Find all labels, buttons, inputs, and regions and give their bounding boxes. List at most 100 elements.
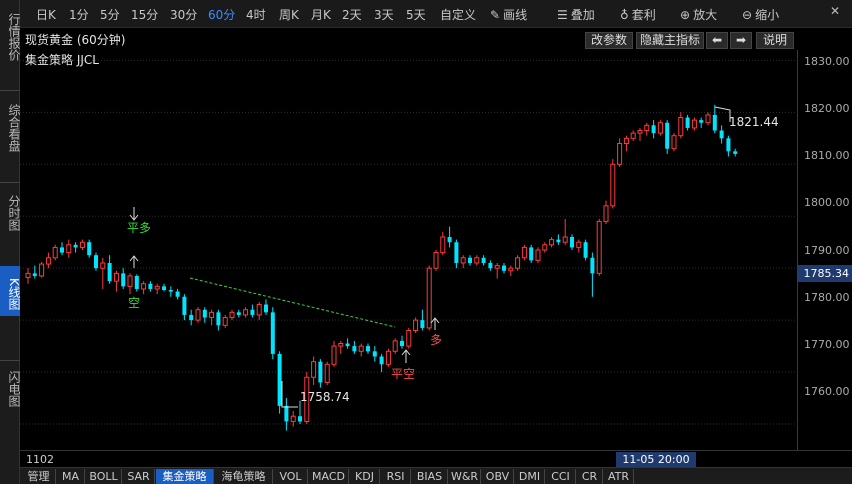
- candle-body: [222, 317, 228, 326]
- side-tab-timeshare[interactable]: 分时图: [0, 190, 21, 236]
- candle-body: [474, 257, 480, 264]
- candle: [502, 262, 506, 274]
- candle-body: [705, 114, 711, 124]
- candle-body: [298, 416, 302, 422]
- candle-body: [32, 273, 37, 276]
- price-tick-label: 1780.00: [804, 291, 850, 304]
- tab-rsi[interactable]: RSI: [381, 469, 411, 484]
- candle-body: [406, 330, 412, 347]
- tab-dmi[interactable]: DMI: [515, 469, 545, 484]
- period-4h[interactable]: 4时: [246, 6, 266, 23]
- candle-body: [562, 236, 568, 243]
- time-axis-bar: 1102 11-05 20:00: [20, 450, 852, 467]
- tab-cr[interactable]: CR: [577, 469, 603, 484]
- prev-arrow-icon[interactable]: ⬅: [706, 32, 728, 49]
- candle: [576, 239, 582, 253]
- candle: [229, 309, 235, 321]
- hide-main-indicator-button[interactable]: 隐藏主指标: [636, 32, 704, 49]
- candle-body: [699, 120, 704, 123]
- period-5m[interactable]: 5分: [100, 6, 120, 23]
- side-tab-kline[interactable]: K线图: [0, 266, 21, 316]
- tab-boll[interactable]: BOLL: [86, 469, 122, 484]
- help-button[interactable]: 说明: [756, 32, 794, 49]
- candle-body: [358, 345, 364, 352]
- candle-body: [216, 312, 221, 326]
- tab-bias[interactable]: BIAS: [412, 469, 448, 484]
- chart-overlay: 平多 空 多 平空 1758.74 1821.44: [127, 106, 779, 408]
- tab-turtle[interactable]: 海龟策略: [215, 469, 273, 484]
- draw-line-button[interactable]: ✎ 画线: [490, 6, 527, 23]
- candle-body: [671, 135, 677, 150]
- period-2d[interactable]: 2天: [342, 6, 362, 23]
- tab-kdj[interactable]: KDJ: [350, 469, 380, 484]
- period-30m[interactable]: 30分: [170, 6, 197, 23]
- zoom-in-button[interactable]: ⊕ 放大: [680, 6, 717, 23]
- candle-body: [468, 257, 472, 263]
- side-tab-flash[interactable]: 闪电图: [0, 366, 21, 412]
- candle-body: [637, 130, 643, 134]
- tab-jjcl[interactable]: 集金策略: [156, 469, 214, 484]
- candle: [420, 309, 425, 331]
- period-3d[interactable]: 3天: [374, 6, 394, 23]
- signal-arrows: [129, 207, 440, 363]
- tab-sar[interactable]: SAR: [123, 469, 155, 484]
- candle: [189, 309, 194, 326]
- period-day[interactable]: 日K: [36, 6, 56, 23]
- candle-body: [630, 132, 636, 139]
- candle: [311, 356, 317, 386]
- candle: [630, 130, 636, 141]
- candle: [671, 133, 677, 152]
- candle: [52, 244, 58, 261]
- signal-label-ping-duo: 平多: [127, 221, 151, 235]
- candlestick-chart[interactable]: 平多 空 多 平空 1758.74 1821.44: [20, 50, 797, 450]
- candle-body: [345, 343, 350, 347]
- candle: [141, 281, 147, 295]
- zoom-out-button[interactable]: ⊖ 缩小: [742, 6, 779, 23]
- candle: [617, 138, 623, 167]
- tab-obv[interactable]: OBV: [482, 469, 514, 484]
- period-week[interactable]: 周K: [279, 6, 299, 23]
- price-tick-label: 1810.00: [804, 149, 850, 162]
- candle-body: [508, 267, 514, 272]
- side-tab-quotes[interactable]: 行情报价: [0, 6, 21, 68]
- candle: [460, 255, 466, 269]
- period-15m[interactable]: 15分: [131, 6, 158, 23]
- edit-params-button[interactable]: 改参数: [585, 32, 633, 49]
- candle: [665, 120, 670, 154]
- candle-body: [657, 122, 663, 134]
- low-price-label: 1758.74: [300, 390, 350, 404]
- period-custom[interactable]: 自定义: [440, 6, 476, 23]
- candle-body: [651, 125, 656, 134]
- period-1m[interactable]: 1分: [69, 6, 89, 23]
- period-month[interactable]: 月K: [311, 6, 331, 23]
- candle-body: [290, 415, 296, 422]
- tab-ma[interactable]: MA: [57, 469, 85, 484]
- candle-body: [644, 124, 650, 132]
- candle: [345, 338, 350, 349]
- tab-manage[interactable]: 管理: [22, 469, 56, 484]
- close-icon[interactable]: ✕: [830, 4, 846, 22]
- period-60m[interactable]: 60分: [208, 6, 235, 23]
- tab-vol[interactable]: VOL: [274, 469, 308, 484]
- tab-macd[interactable]: MACD: [309, 469, 349, 484]
- candle: [657, 120, 663, 136]
- toolbar: 日K 1分 5分 15分 30分 60分 4时 周K 月K 2天 3天 5天 自…: [20, 0, 852, 28]
- candle-body: [175, 291, 180, 297]
- candle-body: [134, 275, 139, 289]
- tab-cci[interactable]: CCI: [546, 469, 576, 484]
- side-tab-overview[interactable]: 综合看盘: [0, 98, 21, 158]
- period-5d[interactable]: 5天: [406, 6, 426, 23]
- overlay-button[interactable]: ☰ 叠加: [557, 6, 595, 23]
- price-axis: 1830.00 1820.00 1810.00 1800.00 1790.00 …: [797, 50, 852, 450]
- candle: [691, 117, 697, 131]
- candle: [733, 148, 738, 157]
- next-arrow-icon[interactable]: ➡: [730, 32, 752, 49]
- candle-body: [372, 351, 377, 357]
- tab-atr[interactable]: ATR: [604, 469, 634, 484]
- candle: [685, 114, 690, 131]
- arbitrage-button[interactable]: ♁ 套利: [620, 6, 656, 23]
- candle-body: [162, 286, 166, 290]
- candle: [73, 242, 78, 253]
- tab-wr[interactable]: W&R: [449, 469, 481, 484]
- candle-body: [52, 246, 58, 259]
